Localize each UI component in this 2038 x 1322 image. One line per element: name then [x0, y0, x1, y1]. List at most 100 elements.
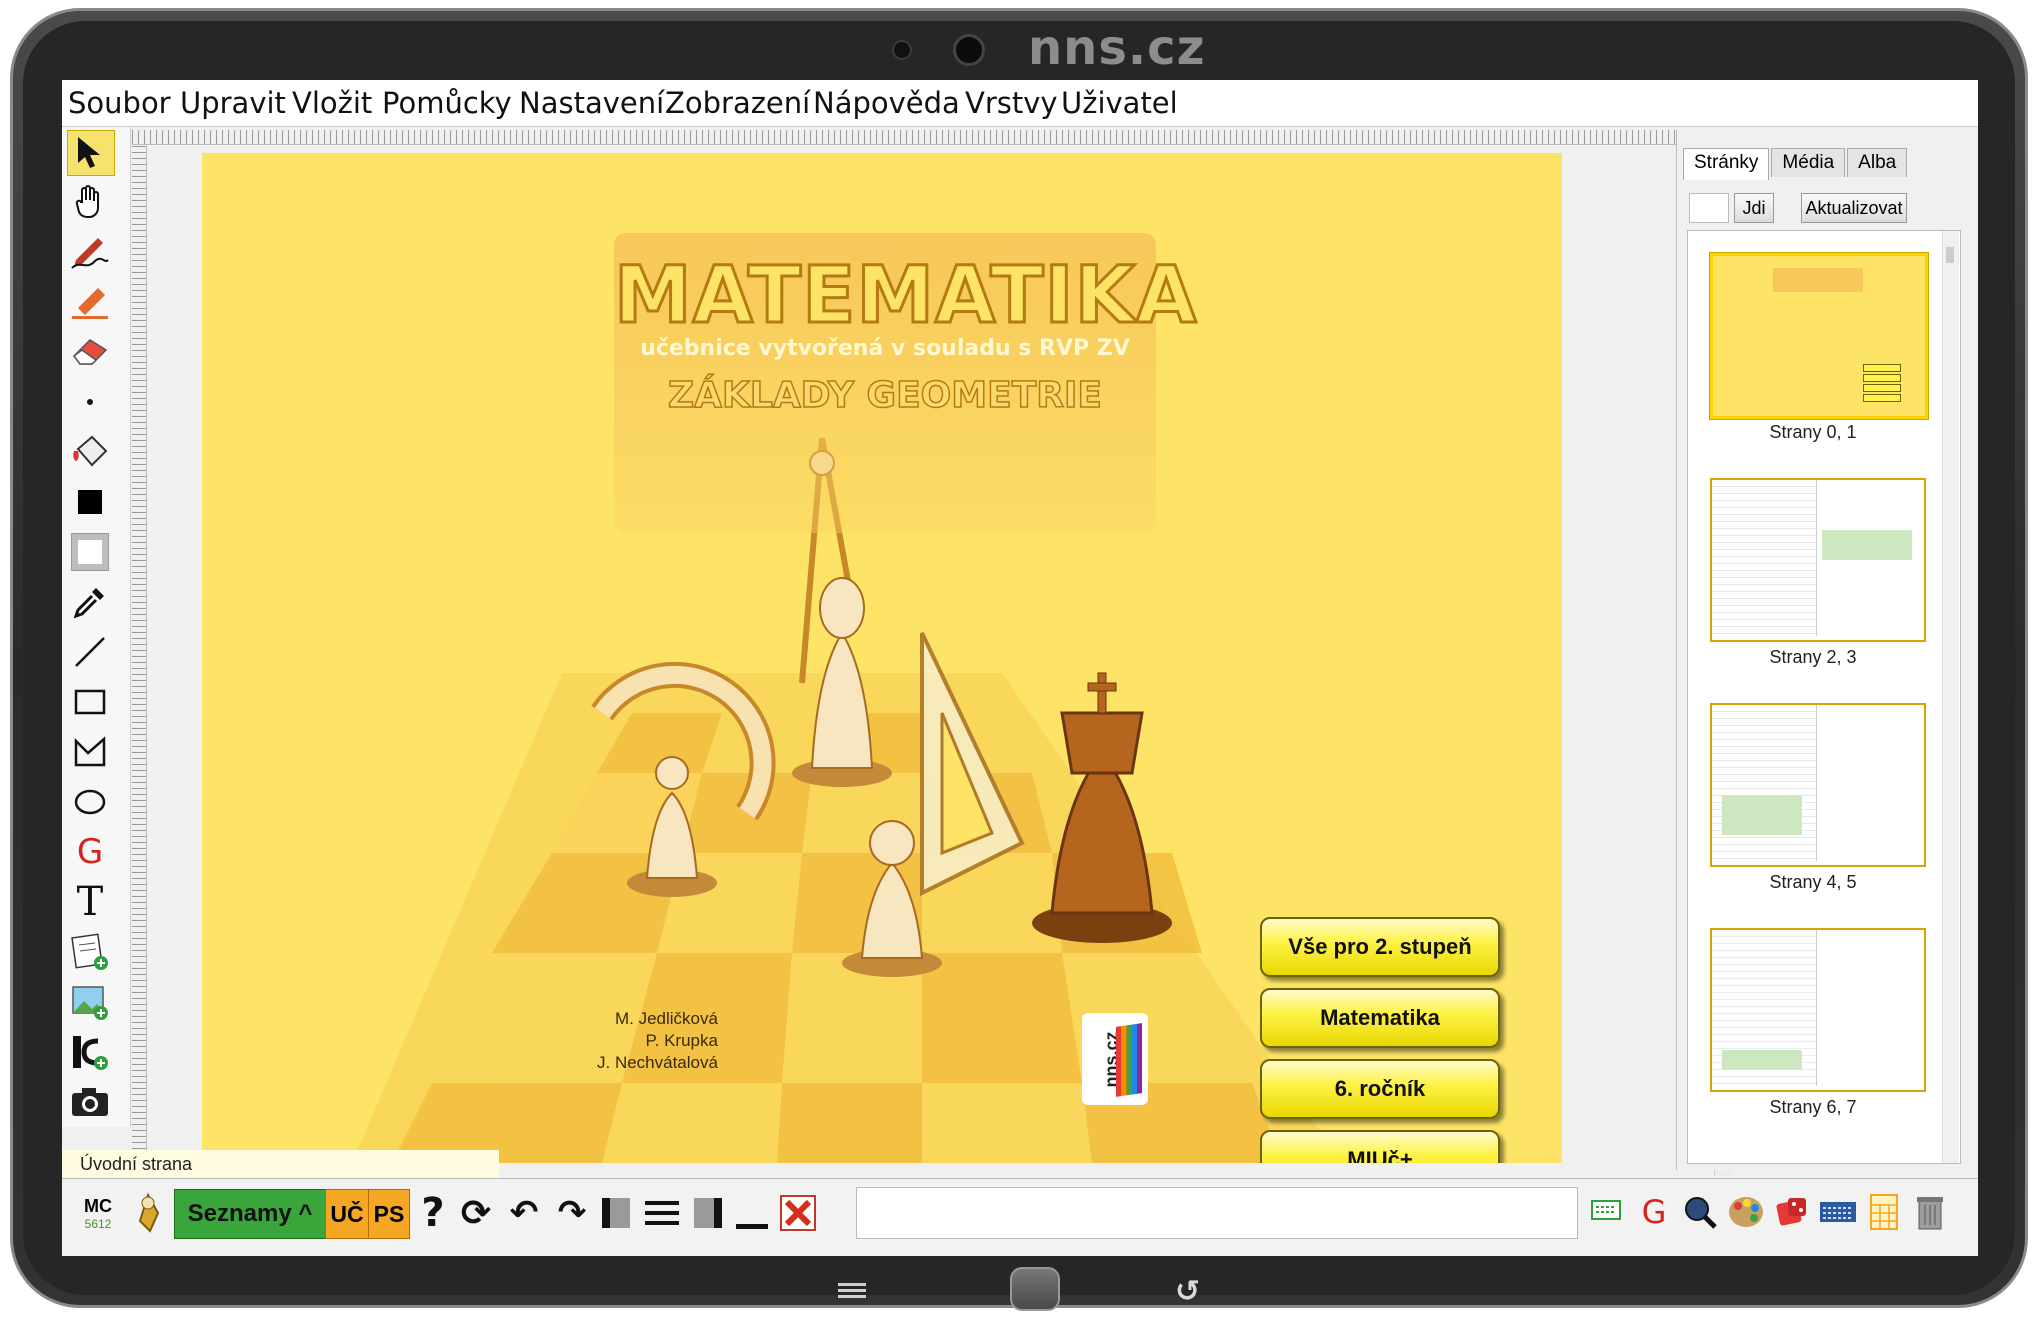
logo-books-icon: [1116, 1023, 1142, 1097]
cover-topic: ZÁKLADY GEOMETRIE: [667, 374, 1102, 417]
panel-left-icon[interactable]: [598, 1189, 634, 1237]
device-brand: nns.cz: [1028, 20, 1206, 76]
menu-soubor[interactable]: Soubor: [68, 86, 171, 120]
matematika-button[interactable]: Matematika: [1260, 988, 1500, 1048]
eyedropper-icon[interactable]: [67, 580, 113, 624]
page-name-bar: Úvodní strana: [62, 1150, 499, 1178]
dice-icon[interactable]: [1772, 1191, 1812, 1233]
menu-vrstvy[interactable]: Vrstvy: [965, 86, 1058, 120]
menu-bar: Soubor Upravit Vložit Pomůcky Nastavení …: [62, 80, 1978, 127]
hardware-back-icon[interactable]: ↺: [1175, 1274, 1200, 1309]
goto-page-input[interactable]: [1689, 193, 1729, 223]
thumbnail-label: Strany 6, 7: [1769, 1097, 1857, 1117]
thumbnails-scrollbar[interactable]: [1942, 231, 1959, 1163]
author: M. Jedličková: [614, 1009, 718, 1028]
thumbnail-label: Strany 4, 5: [1769, 872, 1857, 892]
hardware-menu-icon[interactable]: [838, 1280, 866, 1300]
fill-color-icon[interactable]: [67, 480, 113, 524]
page-canvas[interactable]: MATEMATIKA učebnice vytvořená v souladu …: [202, 153, 1562, 1163]
pages-panel: Stránky Média Alba Jdi Aktualizovat Stra…: [1676, 130, 1978, 1170]
line-color-icon[interactable]: [67, 530, 113, 574]
menu-vlozit[interactable]: Vložit: [292, 86, 372, 120]
vse-pro-2-stupen-button[interactable]: Vše pro 2. stupeň: [1260, 917, 1500, 977]
menu-zobrazeni[interactable]: Zobrazení: [665, 86, 810, 120]
author: P. Krupka: [645, 1031, 718, 1050]
refresh-button[interactable]: Aktualizovat: [1801, 193, 1907, 223]
insert-image-icon[interactable]: [67, 980, 113, 1024]
ellipse-icon[interactable]: [67, 780, 113, 824]
mc-label: MC: [84, 1195, 112, 1216]
thumbnail-label: Strany 0, 1: [1769, 422, 1857, 442]
tool-palette: G T: [62, 127, 131, 1127]
line-icon[interactable]: [67, 630, 113, 674]
app-screen: Soubor Upravit Vložit Pomůcky Nastavení …: [62, 80, 1978, 1256]
cover-authors: M. Jedličková P. Krupka J. Nechvátalová: [597, 1008, 718, 1074]
insert-media-icon[interactable]: [67, 1030, 113, 1074]
ps-button[interactable]: PS: [368, 1189, 410, 1239]
search-globe-icon[interactable]: [1680, 1191, 1720, 1233]
goto-button[interactable]: Jdi: [1734, 193, 1774, 223]
tab-media[interactable]: Média: [1771, 148, 1846, 177]
rectangle-icon[interactable]: [67, 680, 113, 724]
add-page-icon[interactable]: [67, 930, 113, 974]
tab-alba[interactable]: Alba: [1847, 148, 1908, 177]
menu-pomucky[interactable]: Pomůcky: [382, 86, 512, 120]
uc-button[interactable]: UČ: [325, 1189, 369, 1239]
menu-uzivatel[interactable]: Uživatel: [1061, 86, 1178, 120]
trash-icon[interactable]: [1910, 1191, 1950, 1233]
cover-subtitle: učebnice vytvořená v souladu s RVP ZV: [640, 336, 1130, 361]
menu-napoveda[interactable]: Nápověda: [813, 86, 960, 120]
mc-badge[interactable]: MC 5612: [78, 1189, 118, 1237]
mascot-icon[interactable]: [128, 1189, 168, 1237]
rocnik-button[interactable]: 6. ročník: [1260, 1059, 1500, 1119]
camera-icon[interactable]: [67, 1080, 113, 1124]
camera-sensor-icon: [892, 40, 912, 60]
eraser-icon[interactable]: [67, 330, 113, 374]
pen-icon[interactable]: [67, 230, 113, 274]
thumbnail-page[interactable]: [1710, 928, 1926, 1092]
menu-upravit[interactable]: Upravit: [180, 86, 286, 120]
cover-title: MATEMATIKA: [613, 250, 1198, 343]
author: J. Nechvátalová: [597, 1053, 718, 1072]
page-thumbnails: Strany 0, 1 Strany 2, 3 Strany 4, 5 Stra…: [1687, 230, 1961, 1164]
redo-icon[interactable]: ↷: [550, 1189, 594, 1237]
keyboard-icon[interactable]: [1818, 1191, 1858, 1233]
panel-right-icon[interactable]: [690, 1189, 726, 1237]
menu-nastaveni[interactable]: Nastavení: [519, 86, 664, 120]
bottom-toolbar: MC 5612 Seznamy ^ UČ PS ? ⟳ ↶ ↷ G: [62, 1178, 1978, 1256]
publisher-logo: nns.cz: [1082, 1013, 1148, 1105]
page-name: Úvodní strana: [80, 1154, 193, 1174]
mc-number: 5612: [84, 1216, 112, 1231]
geogebra-icon[interactable]: G: [1634, 1191, 1674, 1233]
hardware-home-button[interactable]: [1010, 1267, 1060, 1311]
help-icon[interactable]: ?: [418, 1189, 448, 1237]
highlighter-icon[interactable]: [67, 280, 113, 324]
thumbnail-page[interactable]: [1710, 478, 1926, 642]
palette-icon[interactable]: [1726, 1191, 1766, 1233]
seznamy-button[interactable]: Seznamy ^: [174, 1189, 326, 1239]
pointer-icon[interactable]: [67, 130, 115, 176]
horizontal-ruler: [132, 130, 1720, 145]
sync-icon[interactable]: ⟳: [454, 1189, 498, 1237]
calculator-icon[interactable]: [1864, 1191, 1904, 1233]
thumbnail-label: Strany 2, 3: [1769, 647, 1857, 667]
menu-lines-icon[interactable]: [642, 1189, 682, 1237]
camera-lens-icon: [953, 34, 985, 66]
keyboard-green-icon[interactable]: [1588, 1191, 1628, 1233]
hand-icon[interactable]: [67, 180, 113, 224]
command-input[interactable]: [856, 1187, 1578, 1239]
polygon-icon[interactable]: [67, 730, 113, 774]
text-icon[interactable]: T: [67, 879, 113, 925]
minimize-icon[interactable]: [734, 1189, 770, 1237]
tab-stranky[interactable]: Stránky: [1683, 148, 1770, 180]
fill-bucket-icon[interactable]: [67, 430, 113, 474]
panel-tabs: Stránky Média Alba: [1683, 148, 1909, 180]
vertical-ruler: [132, 146, 147, 1246]
geogebra-icon[interactable]: G: [67, 830, 113, 874]
thumbnail-page[interactable]: [1710, 703, 1926, 867]
undo-icon[interactable]: ↶: [502, 1189, 546, 1237]
close-icon[interactable]: [778, 1189, 818, 1237]
thumbnail-page[interactable]: [1709, 252, 1929, 420]
dot-size-icon[interactable]: [67, 380, 113, 424]
miuc-button[interactable]: MIUč+: [1260, 1130, 1500, 1163]
